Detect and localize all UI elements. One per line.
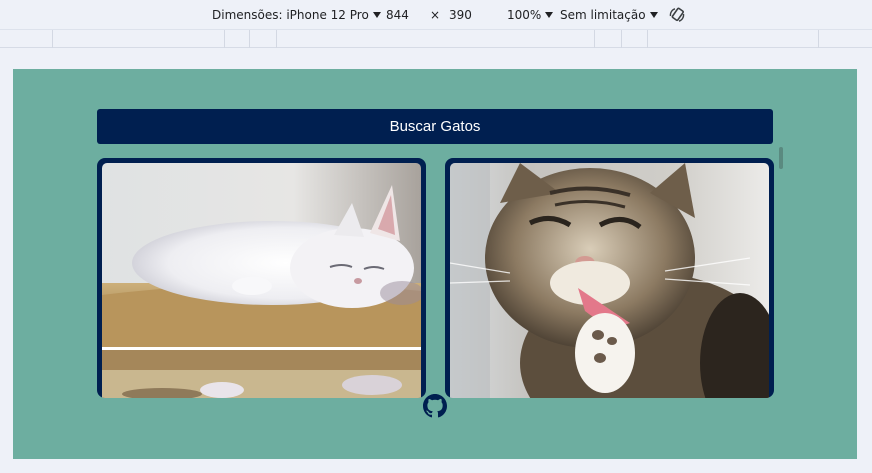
chevron-down-icon <box>649 12 658 18</box>
rotate-icon[interactable] <box>668 6 686 24</box>
dimensions-label: Dimensões: iPhone 12 Pro <box>212 8 369 22</box>
chevron-down-icon <box>545 12 554 18</box>
zoom-value: 100% <box>507 8 542 22</box>
sleeping-white-kitten-photo <box>102 163 421 347</box>
height-input[interactable]: 390 <box>449 8 472 23</box>
throttle-value: Sem limitação <box>560 8 646 22</box>
times-symbol: × <box>430 8 441 22</box>
height-value: 390 <box>449 8 472 22</box>
width-value: 844 <box>386 8 409 22</box>
device-viewport: Buscar Gatos <box>13 69 857 459</box>
cat-card <box>97 158 426 398</box>
dimensions-dropdown[interactable]: Dimensões: iPhone 12 Pro <box>212 8 381 23</box>
chevron-down-icon <box>372 12 381 18</box>
throttle-dropdown[interactable]: Sem limitação <box>560 8 658 23</box>
github-icon[interactable] <box>423 394 447 418</box>
zoom-dropdown[interactable]: 100% <box>507 8 554 23</box>
scrollbar[interactable] <box>779 147 783 169</box>
cat-photo <box>102 350 421 398</box>
tabby-cat-licking-paw-photo <box>450 163 769 398</box>
media-query-ruler[interactable] <box>0 30 872 48</box>
search-cats-button[interactable]: Buscar Gatos <box>97 109 773 144</box>
width-input[interactable]: 844 <box>386 8 409 23</box>
cat-card <box>445 158 774 398</box>
device-toolbar: Dimensões: iPhone 12 Pro 844 × 390 100% … <box>0 0 872 30</box>
